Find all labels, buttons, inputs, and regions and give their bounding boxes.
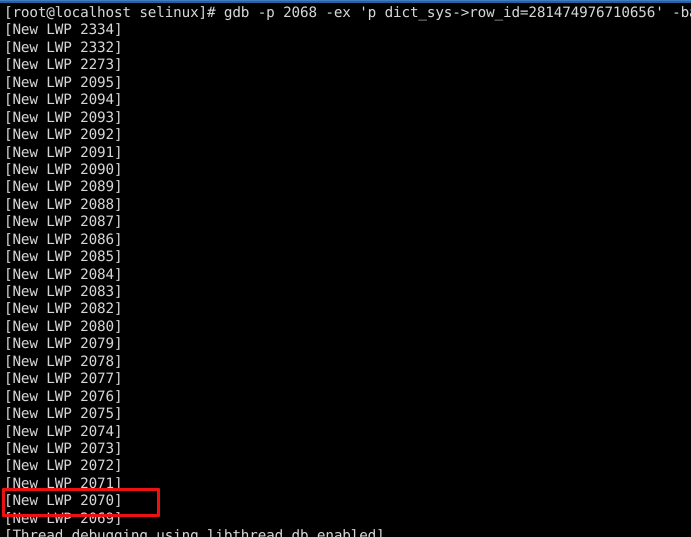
terminal-output-line: [New LWP 2071] [4, 475, 123, 492]
terminal-output-line: [New LWP 2094] [4, 92, 123, 109]
terminal-output-line: [New LWP 2073] [4, 440, 123, 457]
terminal-output-line: [New LWP 2084] [4, 266, 123, 283]
terminal-output-line: [New LWP 2086] [4, 231, 123, 248]
terminal-output-line: [New LWP 2273] [4, 57, 123, 74]
terminal-output-line: [New LWP 2078] [4, 353, 123, 370]
terminal-output-line: [New LWP 2083] [4, 284, 123, 300]
terminal-output-line: [New LWP 2332] [4, 39, 123, 56]
terminal-output-line: [New LWP 2092] [4, 127, 123, 144]
terminal-output-line: [New LWP 2075] [4, 406, 123, 423]
terminal-output-line: [New LWP 2089] [4, 179, 123, 196]
terminal-output-line: [New LWP 2091] [4, 144, 123, 161]
terminal-window: [root@localhost selinux]# gdb -p 2068 -e… [0, 0, 691, 537]
terminal-prompt-line: [root@localhost selinux]# gdb -p 2068 -e… [4, 5, 691, 21]
terminal-output-line: [Thread debugging using libthread_db ena… [4, 528, 385, 537]
terminal-output-line: [New LWP 2082] [4, 301, 123, 318]
terminal-output-line: [New LWP 2077] [4, 371, 123, 388]
terminal-output-line: [New LWP 2085] [4, 249, 123, 266]
terminal-output-line: [New LWP 2074] [4, 423, 123, 440]
terminal-output-line: [New LWP 2095] [4, 74, 123, 91]
terminal-output-area[interactable]: [root@localhost selinux]# gdb -p 2068 -e… [0, 3, 691, 537]
terminal-output-line: [New LWP 2088] [4, 196, 123, 213]
terminal-output-line: [New LWP 2076] [4, 388, 123, 405]
terminal-output-line: [New LWP 2087] [4, 214, 123, 231]
terminal-output-line: [New LWP 2079] [4, 336, 123, 353]
terminal-output-line: [New LWP 2070] [4, 493, 123, 510]
terminal-output-line: [New LWP 2090] [4, 161, 123, 178]
terminal-output-line: [New LWP 2334] [4, 22, 123, 39]
window-title-bar-highlight [0, 0, 691, 1]
terminal-output-line: [New LWP 2093] [4, 109, 123, 126]
terminal-output-line: [New LWP 2072] [4, 458, 123, 475]
terminal-output-line: [New LWP 2080] [4, 318, 123, 335]
terminal-output-line: [New LWP 2069] [4, 510, 123, 527]
